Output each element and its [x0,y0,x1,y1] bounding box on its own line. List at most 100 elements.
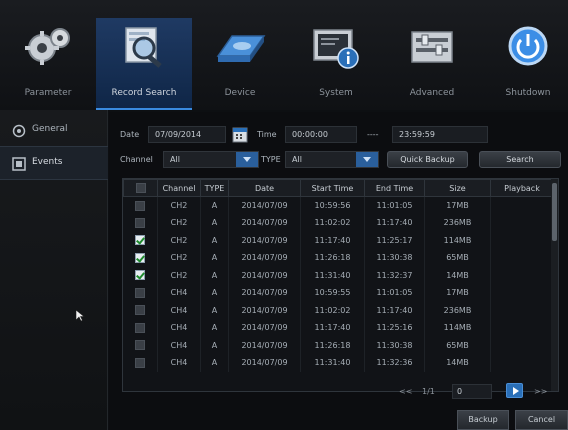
pager-prev[interactable]: << [399,387,412,396]
channel-cell: CH2 [157,196,201,214]
nav-parameter[interactable]: Parameter [0,18,96,110]
search-button[interactable]: Search [479,151,561,168]
column-header: Channel [157,179,201,197]
end-time-cell: 11:32:37 [364,266,425,284]
type-cell: A [200,301,229,319]
table-row[interactable]: CH2 A 2014/07/09 11:02:02 11:17:40 236MB [123,214,554,232]
sidebar-item-general[interactable]: General [0,114,108,148]
events-icon [12,157,26,171]
quick-backup-button[interactable]: Quick Backup [387,151,468,168]
playback-cell[interactable] [490,354,554,372]
magnifier-icon [125,27,162,68]
row-select-cell[interactable] [123,336,158,354]
go-page-button[interactable] [506,383,523,398]
channel-select[interactable]: All [163,151,259,168]
results-table: Channel TYPE Date Start Time End Time Si… [122,178,559,392]
backup-button[interactable]: Backup [457,410,509,430]
start-time-cell: 11:17:40 [300,231,365,249]
table-row[interactable]: CH2 A 2014/07/09 11:17:40 11:25:17 114MB [123,231,554,249]
channel-cell: CH2 [157,231,201,249]
table-row[interactable]: CH4 A 2014/07/09 11:26:18 11:30:38 65MB [123,336,554,354]
row-select-cell[interactable] [123,354,158,372]
page-number-input[interactable]: 0 [452,384,492,399]
playback-cell[interactable] [490,249,554,267]
row-select-cell[interactable] [123,319,158,337]
power-icon [508,26,548,66]
channel-cell: CH2 [157,266,201,284]
cancel-button[interactable]: Cancel [515,410,568,430]
size-cell: 114MB [424,231,491,249]
nav-advanced[interactable]: Advanced [384,18,480,110]
row-checkbox[interactable] [135,200,146,211]
date-cell: 2014/07/09 [228,249,301,267]
sidebar-item-events[interactable]: Events [0,146,108,180]
sidebar: General Events [0,110,108,430]
row-checkbox[interactable] [135,340,146,351]
row-checkbox[interactable] [135,305,146,316]
playback-cell[interactable] [490,266,554,284]
type-cell: A [200,354,229,372]
table-row[interactable]: CH4 A 2014/07/09 11:02:02 11:17:40 236MB [123,301,554,319]
date-field[interactable]: 07/09/2014 [148,126,226,143]
column-header: Date [228,179,301,197]
start-time-cell: 11:31:40 [300,266,365,284]
row-checkbox[interactable] [135,235,146,246]
table-row[interactable]: CH2 A 2014/07/09 11:31:40 11:32:37 14MB [123,266,554,284]
row-select-cell[interactable] [123,214,158,232]
playback-cell[interactable] [490,214,554,232]
end-time-cell: 11:17:40 [364,301,425,319]
row-select-cell[interactable] [123,301,158,319]
playback-cell[interactable] [490,336,554,354]
nav-device[interactable]: Device [192,18,288,110]
start-time-cell: 11:26:18 [300,249,365,267]
playback-cell[interactable] [490,301,554,319]
row-checkbox[interactable] [135,217,146,228]
select-all-checkbox[interactable] [135,183,146,193]
row-select-cell[interactable] [123,284,158,302]
pager-next[interactable]: >> [534,387,547,396]
nav-shutdown[interactable]: Shutdown [480,18,568,110]
row-select-cell[interactable] [123,231,158,249]
table-row[interactable]: CH4 A 2014/07/09 11:31:40 11:32:36 14MB [123,354,554,372]
row-select-cell[interactable] [123,196,158,214]
select-all-header[interactable] [123,179,158,197]
nav-record-search[interactable]: Record Search [96,18,192,110]
type-select[interactable]: All [285,151,379,168]
start-time-cell: 10:59:56 [300,196,365,214]
playback-cell[interactable] [490,231,554,249]
date-label: Date [120,130,140,139]
time-separator: ---- [367,130,379,139]
record-search-panel: Date 07/09/2014 Time 00:00:00 ---- 23:59… [109,112,568,430]
table-row[interactable]: CH4 A 2014/07/09 11:17:40 11:25:16 114MB [123,319,554,337]
size-cell: 236MB [424,301,491,319]
date-cell: 2014/07/09 [228,231,301,249]
end-time-cell: 11:17:40 [364,214,425,232]
row-checkbox[interactable] [135,287,146,298]
type-cell: A [200,214,229,232]
nav-system[interactable]: System [288,18,384,110]
size-cell: 14MB [424,266,491,284]
end-time-field[interactable]: 23:59:59 [392,126,488,143]
table-scrollbar[interactable] [551,179,558,391]
scrollbar-thumb[interactable] [552,183,557,241]
gears-icon [25,28,70,65]
row-checkbox[interactable] [135,322,146,333]
table-row[interactable]: CH2 A 2014/07/09 10:59:56 11:01:05 17MB [123,196,554,214]
nav-parameter-label: Parameter [24,88,72,98]
row-checkbox[interactable] [135,252,146,263]
table-row[interactable]: CH2 A 2014/07/09 11:26:18 11:30:38 65MB [123,249,554,267]
type-cell: A [200,319,229,337]
top-nav-bar: Parameter Record Search Device System Ad… [0,0,568,110]
row-checkbox[interactable] [135,357,146,368]
end-time-cell: 11:30:38 [364,336,425,354]
row-checkbox[interactable] [135,270,146,281]
playback-cell[interactable] [490,196,554,214]
end-time-cell: 11:32:36 [364,354,425,372]
row-select-cell[interactable] [123,249,158,267]
calendar-icon[interactable] [232,126,248,143]
playback-cell[interactable] [490,284,554,302]
row-select-cell[interactable] [123,266,158,284]
playback-cell[interactable] [490,319,554,337]
start-time-field[interactable]: 00:00:00 [285,126,357,143]
table-row[interactable]: CH4 A 2014/07/09 10:59:55 11:01:05 17MB [123,284,554,302]
